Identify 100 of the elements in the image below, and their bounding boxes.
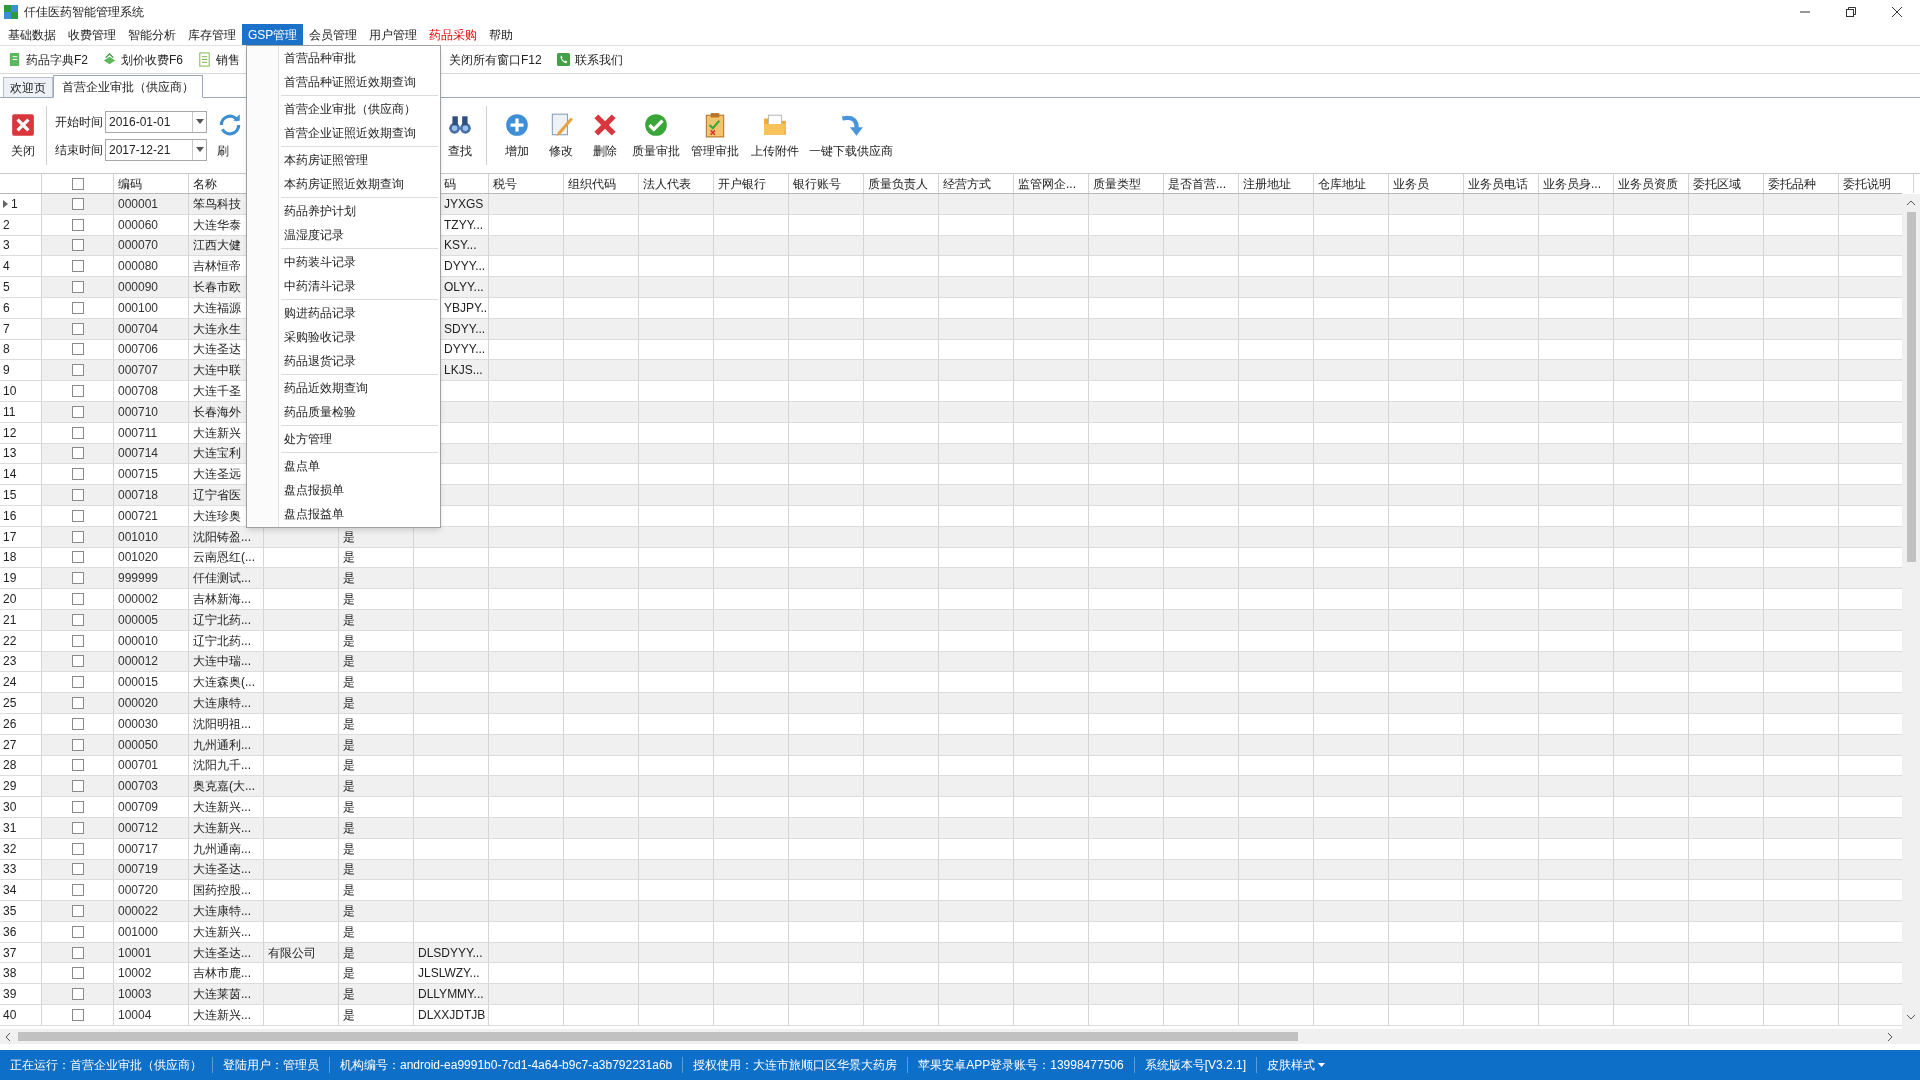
vertical-scrollbar[interactable] [1902,194,1920,1029]
checkbox[interactable] [71,759,84,772]
menu-item[interactable]: 盘点单 [279,454,440,478]
column-header[interactable]: 税号 [493,174,517,193]
column-header[interactable]: 组织代码 [568,174,616,193]
checkbox[interactable] [71,613,84,626]
menu-item[interactable]: 基础数据 [2,24,62,45]
menu-item[interactable]: 智能分析 [122,24,182,45]
checkbox[interactable] [71,197,84,210]
menu-item[interactable]: 首营品种审批 [279,46,440,70]
checkbox[interactable] [71,489,84,502]
checkbox[interactable] [71,988,84,1001]
toolbar-button[interactable]: 药品字典F2 [0,47,95,72]
column-header[interactable]: 业务员 [1393,174,1429,193]
menu-item[interactable]: 盘点报损单 [279,478,440,502]
scrollbar-thumb[interactable] [1906,212,1916,562]
menu-item[interactable]: 购进药品记录 [279,301,440,325]
horizontal-scrollbar[interactable] [0,1029,1920,1044]
checkbox[interactable] [71,593,84,606]
toolbar-button[interactable]: 刷 [217,98,247,173]
checkbox[interactable] [71,801,84,813]
tab[interactable]: 首营企业审批（供应商） [53,75,203,98]
toolbar-button[interactable]: 关闭所有窗口F12 [442,47,549,72]
column-header[interactable]: 码 [444,174,456,193]
checkbox[interactable] [71,343,84,356]
scrollbar-thumb[interactable] [18,1032,1298,1041]
column-header[interactable]: 委托说明 [1843,174,1891,193]
menu-item[interactable]: 首营企业审批（供应商） [279,97,440,121]
scroll-right-icon[interactable] [1886,1031,1894,1042]
checkbox[interactable] [71,967,84,980]
column-header[interactable]: 注册地址 [1243,174,1291,193]
checkbox[interactable] [71,821,84,834]
checkbox[interactable] [71,260,84,273]
toolbar-button[interactable]: 上传附件 [745,98,805,173]
checkbox[interactable] [71,717,84,730]
menu-item[interactable]: 处方管理 [279,427,440,451]
checkbox[interactable] [71,925,84,938]
menu-item[interactable]: 收费管理 [62,24,122,45]
column-header[interactable]: 委托区域 [1693,174,1741,193]
checkbox[interactable] [71,385,84,398]
checkbox[interactable] [71,468,84,481]
checkbox[interactable] [71,655,84,668]
checkbox[interactable] [71,905,84,917]
checkbox[interactable] [71,780,84,793]
menu-item[interactable]: 温湿度记录 [279,223,440,247]
checkbox[interactable] [71,322,84,335]
checkbox[interactable] [71,530,84,543]
column-header[interactable]: 业务员身... [1543,174,1601,193]
menu-item[interactable]: 帮助 [483,24,520,45]
checkbox[interactable] [71,426,84,439]
menu-item[interactable]: 药品采购 [423,24,484,45]
column-header[interactable]: 质量负责人 [868,174,928,193]
checkbox[interactable] [71,239,84,252]
date-field[interactable]: 2016-01-01 [105,110,207,133]
scroll-left-icon[interactable] [4,1031,12,1042]
toolbar-button[interactable]: 关闭 [0,98,46,173]
tab[interactable]: 欢迎页 [3,77,53,97]
column-header[interactable]: 经营方式 [943,174,991,193]
menu-item[interactable]: 首营品种证照近效期查询 [279,70,440,94]
checkbox[interactable] [71,738,84,751]
menu-item[interactable]: 会员管理 [303,24,364,45]
toolbar-button[interactable]: 质量审批 [627,98,685,173]
checkbox[interactable] [71,884,84,897]
checkbox[interactable] [71,281,84,294]
toolbar-button[interactable]: 查找 [442,98,478,173]
column-header[interactable]: 质量类型 [1093,174,1141,193]
column-header[interactable]: 银行账号 [793,174,841,193]
checkbox[interactable] [71,697,84,709]
menu-item[interactable]: 中药装斗记录 [279,250,440,274]
menu-item[interactable]: 药品近效期查询 [279,376,440,400]
menu-item[interactable]: 药品养护计划 [279,199,440,223]
menu-item[interactable]: 用户管理 [363,24,424,45]
checkbox[interactable] [71,405,84,418]
column-header[interactable]: 仓库地址 [1318,174,1366,193]
date-field[interactable]: 2017-12-21 [105,138,207,161]
column-header[interactable]: 监管网企... [1018,174,1076,193]
toolbar-button[interactable]: 销售 [190,47,248,72]
checkbox[interactable] [71,177,84,190]
checkbox[interactable] [71,572,84,585]
checkbox[interactable] [71,218,84,231]
menu-item[interactable]: 首营企业证照近效期查询 [279,121,440,145]
column-header[interactable]: 法人代表 [643,174,691,193]
checkbox[interactable] [71,1008,84,1021]
checkbox[interactable] [71,551,84,564]
checkbox[interactable] [71,946,84,959]
toolbar-button[interactable]: 联系我们 [548,47,630,72]
menu-item[interactable]: 中药清斗记录 [279,274,440,298]
checkbox[interactable] [71,863,84,876]
menu-item[interactable]: 本药房证照近效期查询 [279,172,440,196]
checkbox[interactable] [71,447,84,460]
menu-item[interactable]: 盘点报益单 [279,502,440,526]
menu-item[interactable]: 库存管理 [182,24,242,45]
checkbox[interactable] [71,301,84,314]
menu-item[interactable]: 采购验收记录 [279,325,440,349]
column-header[interactable]: 是否首营... [1168,174,1226,193]
column-header[interactable]: 开户银行 [718,174,766,193]
checkbox[interactable] [71,509,84,522]
column-header[interactable]: 委托品种 [1768,174,1816,193]
menu-item[interactable]: GSP管理 [242,24,304,45]
column-header[interactable]: 业务员电话 [1468,174,1528,193]
